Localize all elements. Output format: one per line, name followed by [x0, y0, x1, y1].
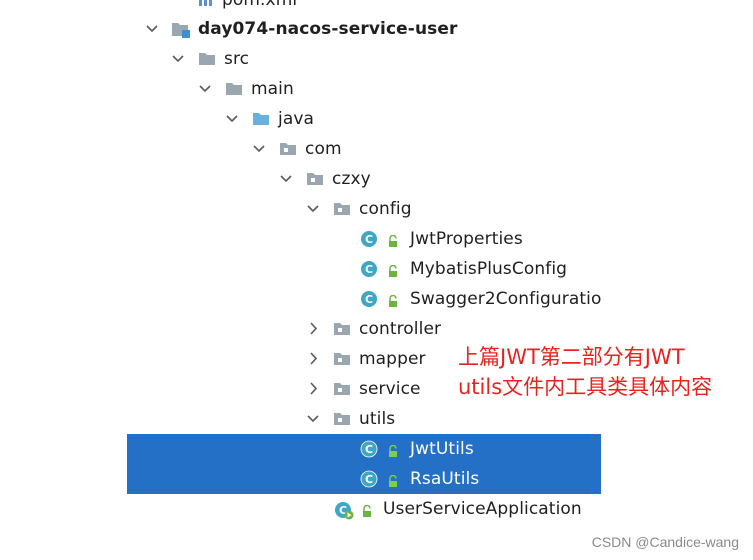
chevron-right-icon[interactable] [305, 344, 321, 374]
chevron-down-icon[interactable] [305, 194, 321, 224]
chevron-right-icon[interactable] [305, 314, 321, 344]
tree-item-label: JwtUtils [410, 439, 474, 459]
tree-item-main[interactable]: main [0, 74, 753, 104]
package-icon [333, 411, 351, 427]
tree-item-label: RsaUtils [410, 469, 480, 489]
package-icon [279, 141, 297, 157]
lock-icon [388, 443, 398, 457]
svg-text:C: C [365, 263, 373, 276]
tree-item-label: java [278, 109, 315, 129]
tree-item-java[interactable]: java [0, 104, 753, 134]
svg-text:C: C [365, 473, 373, 486]
tree-item-label: config [359, 199, 412, 219]
tree-item-swagger2configuration[interactable]: C Swagger2Configuration [0, 284, 753, 314]
tree-item-label: Swagger2Configuration [410, 289, 601, 309]
tree-item-label: czxy [332, 169, 371, 189]
watermark: CSDN @Candice-wang [591, 534, 739, 550]
folder-icon [225, 81, 243, 97]
tree-item-czxy[interactable]: czxy [0, 164, 753, 194]
tree-item-pom[interactable]: pom.xml [0, 0, 753, 15]
tree-item-label: service [359, 379, 421, 399]
chevron-down-icon[interactable] [305, 404, 321, 434]
class-icon: C [360, 230, 378, 248]
tree-item-utils[interactable]: utils [0, 404, 753, 434]
tree-item-controller[interactable]: controller [0, 314, 753, 344]
tree-item-label: controller [359, 319, 442, 339]
module-folder-icon [171, 21, 190, 38]
tree-item-label: src [224, 49, 250, 69]
chevron-down-icon[interactable] [170, 44, 186, 74]
tree-item-userserviceapplication[interactable]: C UserServiceApplication [0, 494, 753, 524]
tree-item-com[interactable]: com [0, 134, 753, 164]
tree-item-mybatisplusconfig[interactable]: C MybatisPlusConfig [0, 254, 753, 284]
tree-item-label: mapper [359, 349, 426, 369]
lock-icon [388, 473, 398, 487]
tree-item-label: JwtProperties [410, 229, 523, 249]
class-icon: C [360, 470, 378, 488]
source-root-folder-icon [252, 111, 270, 127]
tree-item-label: utils [359, 409, 396, 429]
svg-text:C: C [365, 293, 373, 306]
tree-item-label: MybatisPlusConfig [410, 259, 568, 279]
tree-item-label: com [305, 139, 342, 159]
annotation-line-2: utils文件内工具类具体内容 [458, 375, 713, 399]
package-icon [333, 351, 351, 367]
package-icon [306, 171, 324, 187]
lock-icon [388, 263, 398, 277]
chevron-down-icon[interactable] [144, 14, 160, 44]
chevron-down-icon[interactable] [197, 74, 213, 104]
tree-item-label: main [251, 79, 294, 99]
annotation-line-1: 上篇JWT第二部分有JWT [458, 345, 685, 369]
chevron-down-icon[interactable] [224, 104, 240, 134]
chevron-right-icon[interactable] [305, 374, 321, 404]
tree-item-label: pom.xml [222, 0, 298, 10]
lock-icon [388, 293, 398, 307]
tree-item-label: day074-nacos-service-user [198, 19, 458, 39]
tree-item-rsautils[interactable]: C RsaUtils [0, 464, 753, 494]
chevron-down-icon[interactable] [251, 134, 267, 164]
project-tree: pom.xml day074-nacos-service-user src ma… [0, 0, 753, 560]
lock-icon [388, 233, 398, 247]
class-icon: C [360, 260, 378, 278]
class-icon: C [360, 440, 378, 458]
tree-item-config[interactable]: config [0, 194, 753, 224]
svg-text:C: C [365, 443, 373, 456]
folder-icon [198, 51, 216, 67]
tree-item-jwtutils[interactable]: C JwtUtils [0, 434, 753, 464]
tree-item-module[interactable]: day074-nacos-service-user [0, 14, 753, 44]
tree-item-src[interactable]: src [0, 44, 753, 74]
tree-item-label: UserServiceApplication [383, 499, 582, 519]
annotation-note: 上篇JWT第二部分有JWT utils文件内工具类具体内容 [458, 342, 748, 402]
package-icon [333, 381, 351, 397]
lock-icon [362, 503, 372, 517]
spring-boot-class-icon: C [333, 499, 355, 521]
tree-item-jwtproperties[interactable]: C JwtProperties [0, 224, 753, 254]
chevron-down-icon[interactable] [278, 164, 294, 194]
svg-text:C: C [365, 233, 373, 246]
package-icon [333, 321, 351, 337]
maven-file-icon [198, 0, 216, 8]
class-icon: C [360, 290, 378, 308]
package-icon [333, 201, 351, 217]
